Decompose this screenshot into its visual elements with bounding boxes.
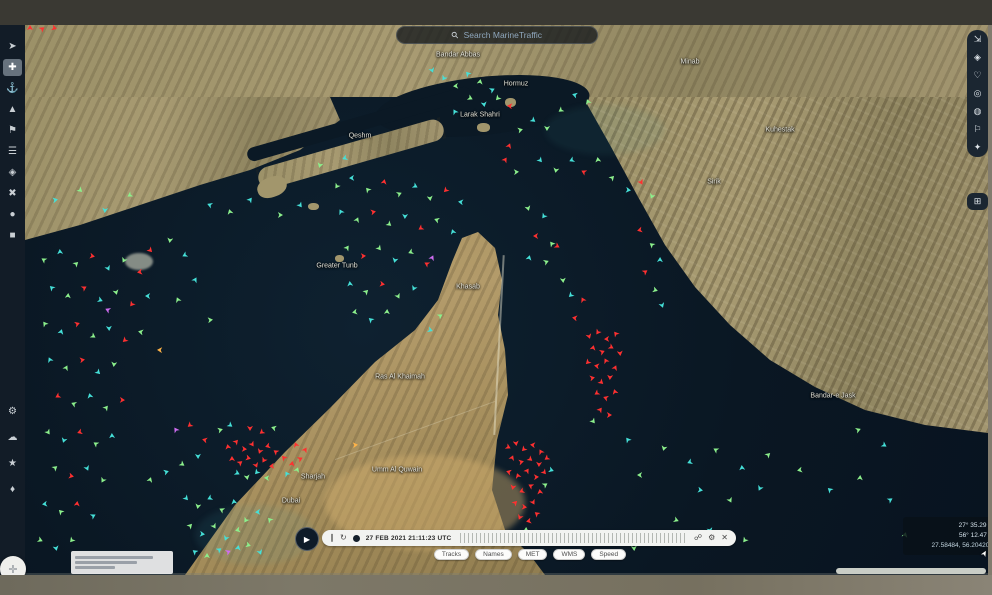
anchor-tool-icon[interactable]: ⚓ (3, 80, 22, 97)
map-label: Greater Tunb (316, 263, 357, 270)
island-larak (477, 123, 490, 132)
area-tool-icon[interactable]: ◈ (3, 164, 22, 181)
my-location-icon[interactable]: ◎ (974, 89, 982, 98)
pan-tool-icon[interactable]: ✚ (3, 59, 22, 76)
layers-tool-icon[interactable]: ☰ (3, 143, 22, 160)
vessel-tool-icon[interactable]: ▲ (3, 101, 22, 118)
favorites-tool-icon[interactable]: ★ (3, 455, 22, 472)
apps-grid-icon[interactable]: ⊞ (974, 197, 982, 206)
expand-icon[interactable]: ⇲ (974, 35, 982, 44)
right-toolbar: ⇲ ◈ ♡ ◎ ◍ ⚐ ✦ (967, 30, 988, 157)
point-tool-icon[interactable]: ● (3, 206, 22, 223)
attribution-text-line (75, 566, 115, 569)
timeline-bar: ∥ ↻ 27 FEB 2021 21:11:23 UTC ☍ ⚙ ✕ (322, 530, 736, 546)
play-icon: ▶ (304, 535, 310, 544)
coordinates-box: 27° 35.29 N 56° 12.47 E 27.58484, 56.204… (903, 517, 992, 555)
share-icon[interactable]: ☍ (694, 534, 702, 542)
settings-tool-icon[interactable]: ⚙ (3, 403, 22, 420)
letterbox-right (988, 25, 992, 575)
letterbox-bottom (0, 575, 992, 595)
shallow-water-2 (545, 105, 665, 155)
timeline-datetime: 27 FEB 2021 21:11:23 UTC (366, 535, 452, 542)
marker-tool-icon[interactable]: ♦ (3, 481, 22, 498)
close-icon[interactable]: ✕ (721, 534, 728, 542)
timeline-slider[interactable] (460, 533, 685, 543)
pause-icon[interactable]: ∥ (330, 534, 334, 542)
right-toolbar-apps: ⊞ (967, 193, 988, 210)
flag-tool-icon[interactable]: ⚑ (3, 122, 22, 139)
play-button[interactable]: ▶ (295, 527, 319, 551)
island-greater-tunb (335, 255, 344, 262)
island-hengam (308, 203, 319, 210)
toggle-tracks[interactable]: Tracks (434, 549, 469, 560)
timeline-settings-icon[interactable]: ⚙ (708, 534, 715, 542)
marine-traffic-app: { "search": { "label": "Search MarineTra… (0, 0, 992, 595)
notifications-icon[interactable]: ◍ (974, 107, 982, 116)
vessels-filter-icon[interactable]: ◈ (974, 53, 981, 62)
search-label: Search MarineTraffic (464, 30, 542, 40)
loop-icon[interactable]: ↻ (340, 534, 347, 542)
toggle-names[interactable]: Names (475, 549, 512, 560)
toggle-met[interactable]: MET (518, 549, 548, 560)
longitude-dm: 56° 12.47 E (909, 531, 992, 541)
pointer-tool-icon[interactable]: ➤ (3, 38, 22, 55)
weather-tool-icon[interactable]: ☁ (3, 429, 22, 446)
latitude-dm: 27° 35.29 N (909, 521, 992, 531)
attribution-text-line (75, 561, 137, 564)
search-bar[interactable]: ⚲ Search MarineTraffic (396, 26, 598, 44)
toggle-speed[interactable]: Speed (591, 549, 626, 560)
favorites-icon[interactable]: ♡ (973, 71, 981, 80)
map-canvas[interactable]: Bandar AbbasMinabHormuzLarak ShahriQeshm… (25, 25, 988, 575)
horizontal-scrollbar[interactable] (836, 568, 986, 574)
user-icon[interactable]: ✦ (974, 143, 982, 152)
cloud-patch (125, 253, 153, 270)
layer-toggles: Tracks Names MET WMS Speed (425, 549, 635, 560)
coordinates-decimal: 27.58484, 56.204208 (909, 541, 992, 551)
map-attribution (71, 551, 173, 574)
letterbox-top (0, 0, 992, 25)
timeline-position-icon[interactable] (353, 535, 360, 542)
clear-tool-icon[interactable]: ✖ (3, 185, 22, 202)
flag-icon[interactable]: ⚐ (973, 125, 981, 134)
rect-tool-icon[interactable]: ■ (3, 227, 22, 244)
left-toolbar: ➤✚⚓▲⚑☰◈✖●■⚙☁★♦ ✛ (0, 25, 25, 575)
island-hormuz (505, 98, 516, 107)
attribution-text-line (75, 556, 153, 559)
toggle-wms[interactable]: WMS (553, 549, 585, 560)
search-icon: ⚲ (450, 29, 461, 40)
